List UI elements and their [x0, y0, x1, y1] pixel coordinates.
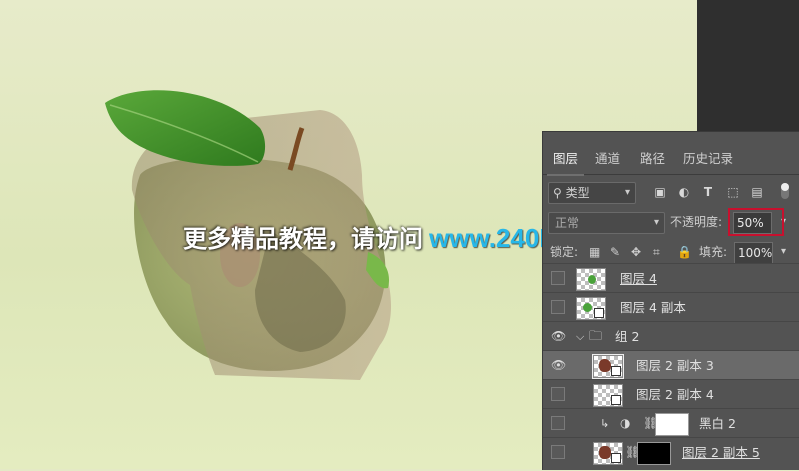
blend-mode-select[interactable]: 正常 ▾ [548, 212, 665, 234]
lock-all-icon[interactable]: 🔒 [677, 242, 692, 262]
tab-channels[interactable]: 通道 [589, 144, 626, 174]
layer-row[interactable]: 图层 2 副本 4 [543, 379, 799, 409]
lock-move-icon[interactable]: ✥ [631, 242, 641, 262]
smart-object-icon [611, 453, 621, 463]
adjust-filter-icon[interactable]: ◐ [676, 182, 692, 202]
fill-input[interactable]: 100% [734, 242, 773, 264]
panel-tabs: 图层 通道 路径 历史记录 [543, 144, 799, 176]
filter-toggle[interactable] [781, 183, 789, 199]
tab-layers[interactable]: 图层 [547, 144, 585, 176]
layer-name[interactable]: 图层 4 副本 [620, 293, 686, 322]
visibility-toggle[interactable] [551, 271, 565, 285]
layer-thumbnail [593, 384, 623, 407]
fill-label: 填充: [699, 245, 728, 259]
layer-thumbnail [593, 442, 623, 465]
smart-object-icon [594, 308, 604, 318]
blend-mode-value: 正常 [555, 216, 580, 230]
layer-row[interactable]: 图层 4 [543, 263, 799, 293]
chevron-down-icon: ▾ [624, 187, 630, 198]
smart-object-icon [611, 366, 621, 376]
smart-filter-icon[interactable]: ▤ [749, 182, 765, 202]
watermark-label: 更多精品教程，请访问 [183, 225, 423, 253]
opacity-label: 不透明度: [670, 215, 723, 229]
opacity-highlight-box [728, 208, 784, 236]
chevron-down-icon[interactable]: ⌵ [576, 322, 584, 351]
layer-mask-thumbnail[interactable] [655, 413, 689, 436]
eye-icon[interactable]: 👁 [551, 358, 566, 372]
layer-name[interactable]: 图层 2 副本 4 [636, 380, 714, 409]
visibility-toggle[interactable] [551, 445, 565, 459]
leaf-shape [105, 90, 266, 166]
lock-artboard-icon[interactable]: ⌗ [653, 242, 660, 262]
group-name[interactable]: 组 2 [615, 322, 639, 351]
layer-row-selected[interactable]: 👁 图层 2 副本 3 [543, 350, 799, 380]
layer-mask-thumbnail[interactable] [637, 442, 671, 465]
layer-name[interactable]: 图层 2 副本 5 [682, 438, 760, 467]
layer-row[interactable]: ↳ ◑ ⛓ 黑白 2 [543, 408, 799, 438]
layer-name[interactable]: 黑白 2 [699, 409, 736, 438]
adjust-layer-icon: ◑ [620, 416, 631, 430]
chevron-down-icon: ▾ [653, 217, 659, 228]
filter-row: ⚲ 类型 ▾ ▣ ◐ T ⬚ ▤ [543, 182, 799, 204]
tab-paths[interactable]: 路径 [634, 144, 671, 174]
lock-paint-icon[interactable]: ✎ [610, 242, 620, 262]
type-filter-icon[interactable]: T [700, 182, 716, 202]
smart-object-icon [611, 395, 621, 405]
chevron-down-icon[interactable]: ▾ [781, 242, 786, 262]
lock-row: 锁定: ▦ ✎ ✥ ⌗ 🔒 填充: 100% ▾ [543, 242, 799, 264]
layers-panel: 图层 通道 路径 历史记录 ⚲ 类型 ▾ ▣ ◐ T ⬚ ▤ 正常 ▾ 不透明度… [542, 131, 799, 470]
layer-thumbnail [576, 297, 606, 320]
eye-icon[interactable]: 👁 [551, 329, 566, 343]
search-icon: ⚲ [553, 186, 562, 200]
image-filter-icon[interactable]: ▣ [652, 182, 668, 202]
layer-name[interactable]: 图层 2 副本 3 [636, 351, 714, 380]
shape-filter-icon[interactable]: ⬚ [725, 182, 741, 202]
layer-name[interactable]: 图层 4 [620, 264, 657, 293]
lock-transparent-icon[interactable]: ▦ [589, 242, 600, 262]
layer-thumbnail [592, 354, 624, 379]
folder-icon: 🗀 [589, 329, 603, 344]
lock-label: 锁定: [550, 245, 579, 259]
group-row[interactable]: 👁 ⌵ 🗀 组 2 [543, 321, 799, 351]
visibility-toggle[interactable] [551, 416, 565, 430]
layer-thumbnail [576, 268, 606, 291]
layer-row[interactable]: ⛓ 图层 2 副本 5 [543, 437, 799, 471]
layer-row[interactable]: 图层 4 副本 [543, 292, 799, 322]
tab-history[interactable]: 历史记录 [677, 144, 739, 174]
clip-arrow-icon: ↳ [600, 417, 610, 430]
filter-type-label: 类型 [565, 186, 590, 200]
visibility-toggle[interactable] [551, 300, 565, 314]
filter-type-select[interactable]: ⚲ 类型 ▾ [548, 182, 636, 204]
visibility-toggle[interactable] [551, 387, 565, 401]
